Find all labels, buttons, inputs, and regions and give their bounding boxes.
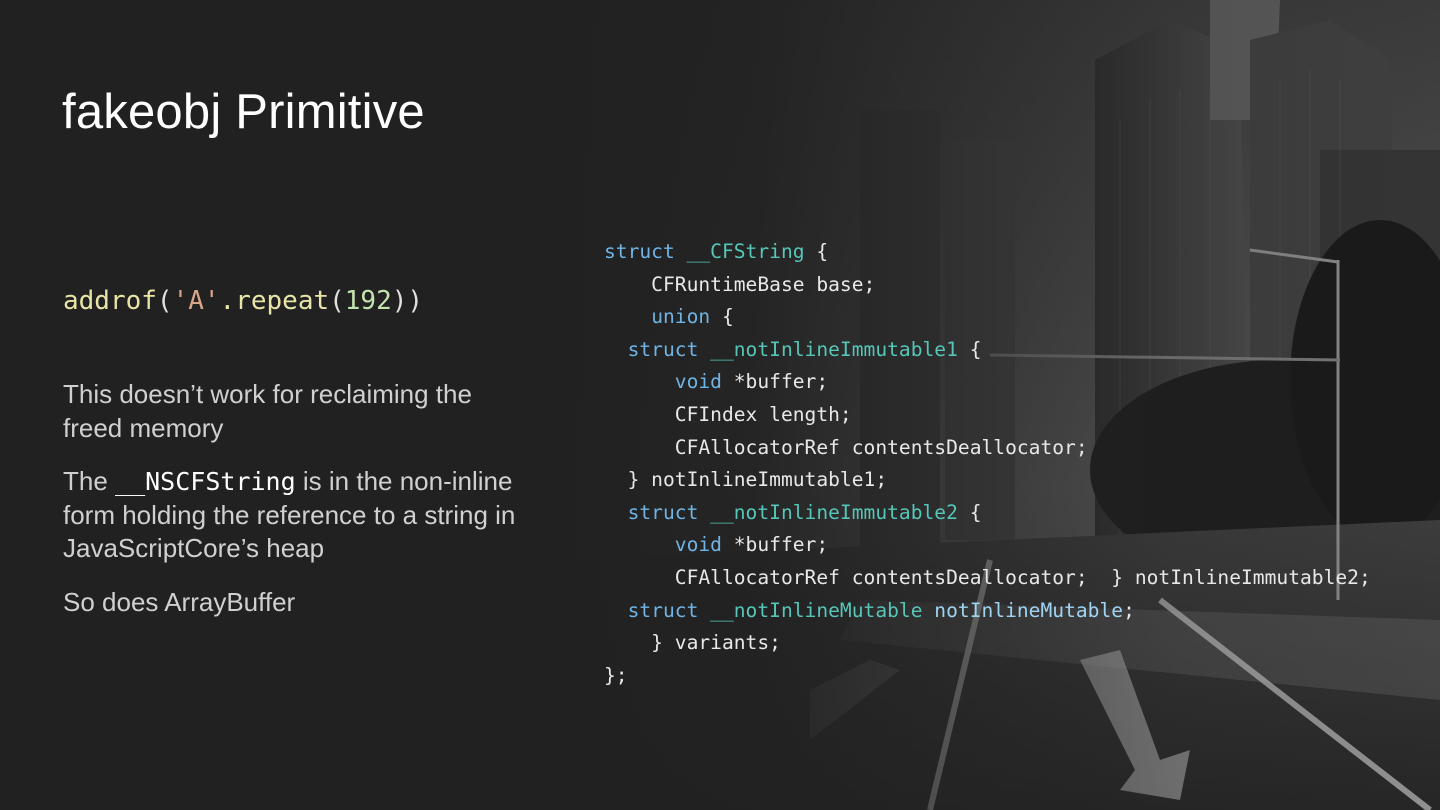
- paragraph-nscfstring: The __NSCFString is in the non-inline fo…: [63, 465, 533, 566]
- code-line-2: CFRuntimeBase base;: [604, 272, 876, 296]
- paragraph-reclaim: This doesn’t work for reclaiming the fre…: [63, 379, 472, 443]
- code-keyword: struct: [604, 240, 675, 263]
- code-type: __notInlineImmutable1: [698, 337, 958, 361]
- slide: fakeobj Primitive addrof('A'.repeat(192)…: [0, 0, 1440, 810]
- code-line-3: union {: [604, 301, 1371, 334]
- code-line-8: } notInlineImmutable1;: [604, 468, 888, 492]
- call-method-name: .repeat: [219, 286, 330, 316]
- code-text: *buffer;: [721, 370, 829, 394]
- p2-before-text: The: [63, 466, 116, 496]
- code-line-5: void *buffer;: [604, 366, 1371, 399]
- code-line-1: struct __CFString {: [604, 236, 1371, 269]
- code-line-10: void *buffer;: [604, 529, 1371, 562]
- code-line-13: } variants;: [604, 631, 781, 655]
- code-keyword: struct: [627, 598, 699, 622]
- code-variable: notInlineMutable: [922, 598, 1124, 622]
- code-line-6: CFIndex length;: [604, 402, 852, 426]
- code-text: {: [957, 500, 982, 524]
- code-keyword: struct: [627, 337, 699, 361]
- code-keyword: struct: [627, 500, 699, 524]
- code-text: *buffer;: [721, 533, 829, 557]
- cfstring-struct-code: struct __CFString { CFRuntimeBase base; …: [604, 236, 1371, 692]
- code-line-12: struct __notInlineMutable notInlineMutab…: [604, 595, 1371, 628]
- call-function-name: addrof: [63, 286, 157, 316]
- code-line-11: CFAllocatorRef contentsDeallocator; } no…: [604, 565, 1371, 589]
- code-text: {: [957, 337, 982, 361]
- code-keyword: void: [674, 533, 722, 557]
- code-text: {: [710, 305, 734, 329]
- code-type: __notInlineMutable: [698, 598, 923, 622]
- call-open-paren-2: (: [329, 286, 345, 316]
- code-line-7: CFAllocatorRef contentsDeallocator;: [604, 435, 1088, 459]
- code-type: __CFString: [674, 240, 805, 263]
- code-keyword: void: [674, 370, 722, 394]
- addrof-call-code: addrof('A'.repeat(192)): [63, 286, 423, 316]
- slide-title: fakeobj Primitive: [62, 85, 425, 139]
- code-keyword: union: [651, 305, 711, 329]
- call-open-paren: (: [156, 286, 173, 316]
- call-close-parens: )): [391, 286, 424, 316]
- code-text: ;: [1123, 598, 1135, 622]
- call-string-arg: 'A': [172, 286, 220, 316]
- code-line-9: struct __notInlineImmutable2 {: [604, 497, 1371, 530]
- paragraph-arraybuffer: So does ArrayBuffer: [63, 587, 296, 617]
- call-number-arg: 192: [344, 286, 392, 316]
- code-text: {: [804, 240, 829, 263]
- code-line-14: };: [604, 663, 628, 687]
- p2-inline-code: __NSCFString: [115, 467, 296, 496]
- code-line-4: struct __notInlineImmutable1 {: [604, 334, 1371, 367]
- code-type: __notInlineImmutable2: [698, 500, 958, 524]
